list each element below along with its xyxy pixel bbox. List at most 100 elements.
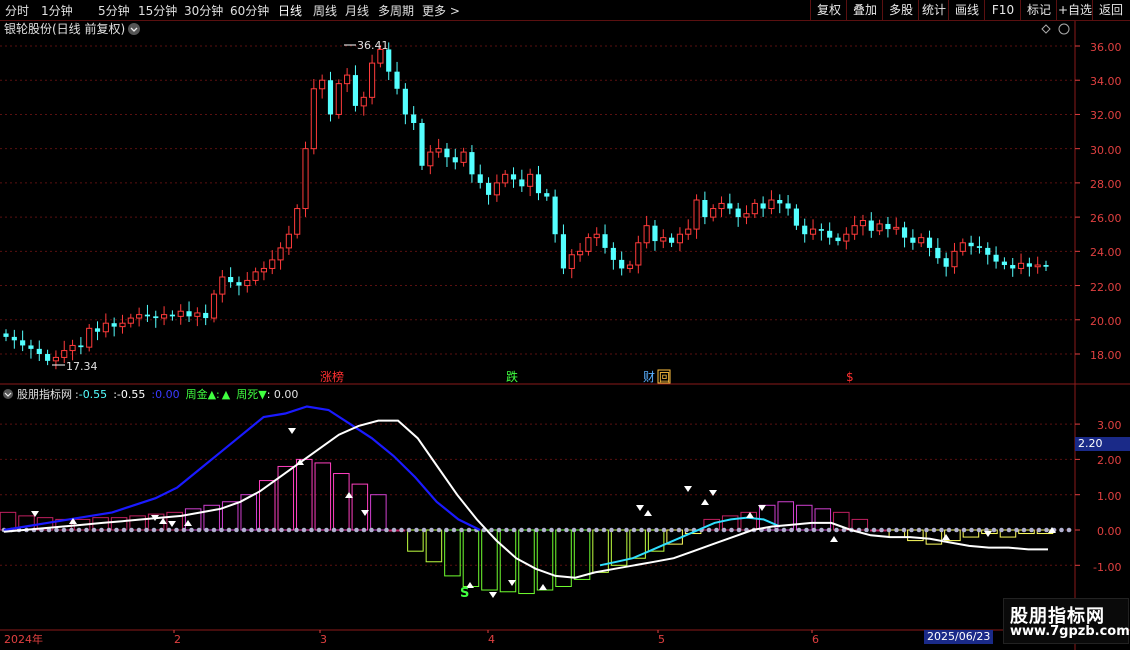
zero-dot (166, 527, 172, 533)
zero-dot (1036, 527, 1042, 533)
chevron-down-icon[interactable] (3, 389, 13, 399)
dividend-marker[interactable]: $ (846, 370, 854, 384)
settings-circle-icon[interactable] (1058, 23, 1070, 35)
zero-dot (309, 527, 314, 533)
candle-body (743, 213, 750, 218)
zero-dot (286, 527, 292, 533)
candle-body (285, 233, 292, 249)
multi-stock-button[interactable]: 多股 (882, 0, 919, 20)
low-marker: 17.34 (52, 360, 98, 373)
drop-marker[interactable]: 跌 (506, 369, 518, 384)
add-favorite-button[interactable]: +自选 (1056, 0, 1093, 20)
candle-body (552, 196, 558, 235)
zero-dot (534, 527, 539, 533)
period-tab-15min[interactable]: 15分钟 (138, 2, 177, 19)
candle-body (427, 151, 434, 167)
statistics-button[interactable]: 统计 (918, 0, 949, 20)
zero-dot (324, 527, 329, 533)
period-tab-weekly[interactable]: 周线 (313, 2, 337, 19)
limit-up-marker[interactable]: 涨榜 (320, 369, 344, 384)
indicator-tick: -1.00 (1093, 561, 1121, 574)
candle-body (244, 279, 251, 287)
zero-dot (1021, 527, 1027, 533)
candle-body (360, 96, 367, 107)
zero-dot (399, 527, 404, 533)
candle-body (269, 259, 276, 269)
period-tab-5min[interactable]: 5分钟 (98, 2, 130, 19)
candle-body (86, 327, 93, 348)
zero-dot (249, 527, 254, 533)
period-tab-monthly[interactable]: 月线 (345, 2, 369, 19)
candle-body (527, 173, 534, 187)
candle-body (411, 114, 417, 123)
candle-body (444, 148, 450, 158)
candle-body (452, 157, 458, 163)
x-axis: 2024年 2 3 4 5 6 (4, 630, 819, 646)
overlay-button[interactable]: 叠加 (846, 0, 883, 20)
indicator-fast-line (3, 405, 481, 532)
histogram-bar (296, 458, 313, 531)
f10-button[interactable]: F10 (984, 0, 1021, 20)
zero-dot (1014, 527, 1019, 533)
period-tab-1min[interactable]: 1分钟 (41, 2, 73, 19)
zero-dot (1044, 527, 1049, 533)
indicator-value-3: 0.00 (155, 388, 180, 401)
back-button[interactable]: 返回 (1092, 0, 1129, 20)
candle-body (419, 123, 425, 166)
zero-dot (429, 527, 434, 533)
restore-rights-button[interactable]: 复权 (810, 0, 847, 20)
candle-body (910, 237, 916, 243)
zero-dot (129, 527, 134, 533)
zero-dot (384, 527, 389, 533)
zero-dot (804, 527, 809, 533)
period-tab-30min[interactable]: 30分钟 (184, 2, 223, 19)
zero-dot (1059, 527, 1064, 533)
chevron-down-icon[interactable] (128, 23, 140, 35)
indicator-current-value-badge: 2.20 (1075, 437, 1130, 451)
sell-arrow (508, 580, 516, 586)
mark-button[interactable]: 标记 (1020, 0, 1057, 20)
chart-area[interactable]: 银轮股份(日线 前复权) 36.41 17.34 36.00 34.00 32.… (0, 21, 1130, 650)
buy-arrow (539, 584, 547, 590)
candle-body (144, 314, 151, 317)
repurchase-marker[interactable]: 回 (659, 371, 670, 384)
candle-body (228, 277, 234, 283)
price-tick: 20.00 (1090, 315, 1122, 328)
candle-body (386, 49, 392, 72)
sell-arrow (684, 486, 692, 492)
sell-arrow (288, 428, 296, 434)
price-tick: 30.00 (1090, 144, 1122, 157)
finance-marker[interactable]: 财 (643, 370, 655, 384)
indicator-header: 股朋指标网:-0.55:-0.55:0.00 周金▲: ▲ 周死▼: 0.00 (17, 387, 298, 401)
candle-body (610, 247, 616, 260)
period-tab-daily[interactable]: 日线 (278, 2, 302, 19)
period-tab-multi[interactable]: 多周期 (378, 2, 414, 19)
zero-dot (991, 527, 997, 533)
draw-line-button[interactable]: 画线 (948, 0, 985, 20)
zero-dot (541, 527, 547, 533)
indicator-tick: 3.00 (1097, 419, 1122, 432)
candle-body (602, 234, 608, 248)
candle-body (968, 242, 974, 247)
zero-dot (294, 527, 299, 533)
candle-body (369, 62, 376, 98)
panel-frames (0, 21, 1130, 650)
zero-dot (354, 527, 359, 533)
zero-dot (1066, 527, 1072, 533)
zero-dot (264, 527, 269, 533)
period-tab-intraday[interactable]: 分时 (5, 2, 29, 19)
candle-body (926, 237, 933, 248)
zero-dot (924, 527, 929, 533)
zero-dot (781, 527, 787, 533)
candle-body (993, 254, 999, 262)
candle-body (327, 80, 334, 115)
zero-dot (556, 527, 562, 533)
candle-body (577, 250, 584, 256)
period-tab-60min[interactable]: 60分钟 (230, 2, 269, 19)
zero-dot (684, 527, 689, 533)
period-tab-more[interactable]: 更多 > (422, 2, 460, 19)
x-tick: 3 (320, 633, 327, 646)
price-tick: 22.00 (1090, 281, 1122, 294)
diamond-icon[interactable] (1041, 24, 1051, 34)
price-grid (0, 45, 1080, 355)
